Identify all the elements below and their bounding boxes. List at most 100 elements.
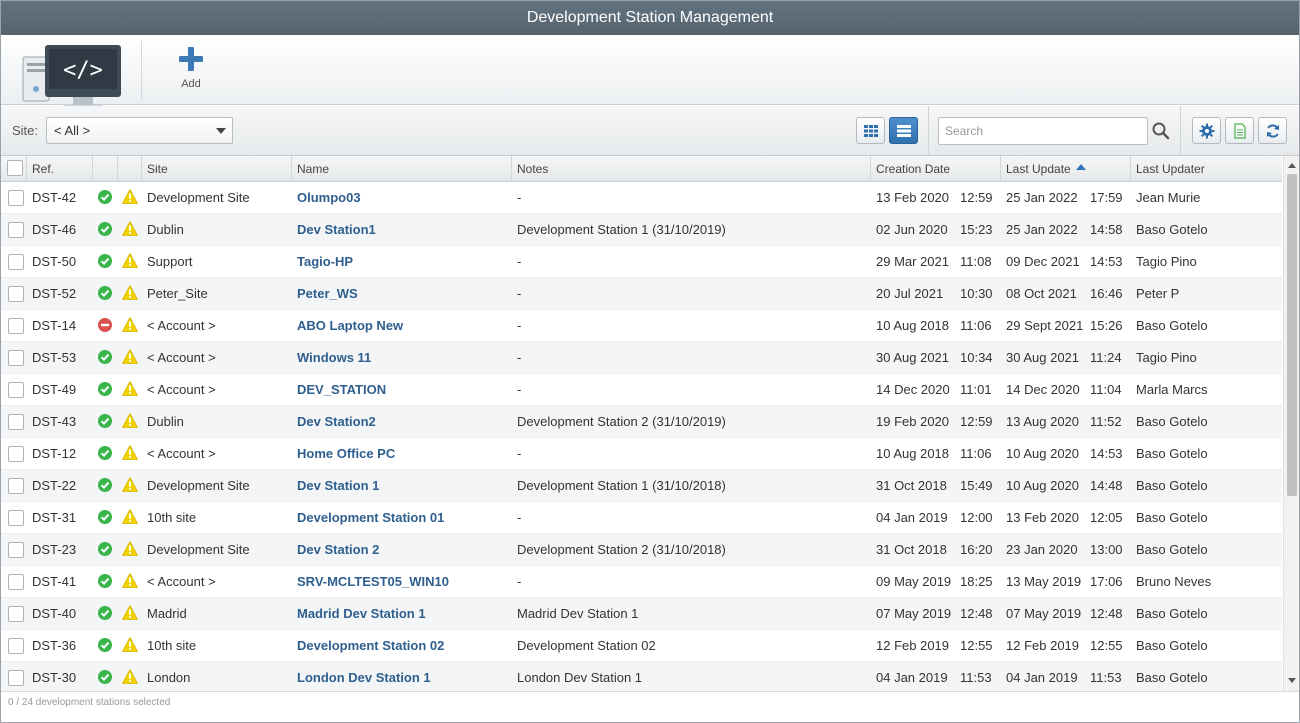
row-checkbox[interactable]	[8, 254, 24, 270]
row-creation-time: 11:53	[960, 670, 992, 685]
row-notes: Development Station 1 (31/10/2018)	[517, 478, 726, 493]
row-checkbox[interactable]	[8, 318, 24, 334]
table-row[interactable]: DST-50 Support Tagio-HP - 29 Mar 2021 11:08 09…	[1, 246, 1282, 278]
column-header-site[interactable]: Site	[142, 156, 292, 182]
row-last-updater: Baso Gotelo	[1136, 222, 1208, 237]
row-name-link[interactable]: Dev Station2	[297, 406, 509, 437]
scroll-up-arrow-icon[interactable]	[1288, 163, 1296, 168]
row-site: Madrid	[147, 606, 187, 621]
ok-status-icon	[98, 190, 112, 207]
site-filter-select[interactable]: < All >	[46, 117, 233, 144]
row-ref: DST-30	[32, 670, 77, 685]
row-name-link[interactable]: Peter_WS	[297, 278, 509, 309]
row-name-link[interactable]: Dev Station 2	[297, 534, 509, 565]
row-update-date: 23 Jan 2020	[1006, 542, 1078, 557]
row-name-link[interactable]: SRV-MCLTEST05_WIN10	[297, 566, 509, 597]
column-header-notes[interactable]: Notes	[512, 156, 871, 182]
row-checkbox[interactable]	[8, 446, 24, 462]
table-row[interactable]: DST-30 London London Dev Station 1 London D…	[1, 662, 1282, 691]
row-notes: -	[517, 254, 522, 269]
row-notes: -	[517, 318, 522, 333]
column-header-ref[interactable]: Ref.	[27, 156, 93, 182]
row-name-link[interactable]: Tagio-HP	[297, 246, 509, 277]
header-bar: </> Add	[1, 35, 1299, 109]
table-row[interactable]: DST-41 < Account > SRV-MCLTEST05_WIN10- 09 …	[1, 566, 1282, 598]
refresh-button[interactable]	[1258, 117, 1287, 144]
row-ref: DST-42	[32, 190, 77, 205]
ok-status-icon	[98, 382, 112, 399]
row-name-link[interactable]: Olumpo03	[297, 182, 509, 213]
list-view-button[interactable]	[889, 117, 918, 144]
row-notes: Development Station 02	[517, 638, 656, 653]
column-header-last-updater[interactable]: Last Updater	[1131, 156, 1282, 182]
row-checkbox[interactable]	[8, 190, 24, 206]
table-row[interactable]: DST-40 Madrid Madrid Dev Station 1 Madrid D…	[1, 598, 1282, 630]
table-row[interactable]: DST-53 < Account > Windows 11- 30 Aug 2021 1…	[1, 342, 1282, 374]
row-update-date: 25 Jan 2022	[1006, 222, 1078, 237]
row-last-updater: Baso Gotelo	[1136, 606, 1208, 621]
table-row[interactable]: DST-52 Peter_Site Peter_WS - 20 Jul 2021 10:3…	[1, 278, 1282, 310]
row-creation-date: 09 May 2019	[876, 574, 952, 589]
row-checkbox[interactable]	[8, 222, 24, 238]
row-checkbox[interactable]	[8, 670, 24, 686]
table-row[interactable]: DST-43 Dublin Dev Station2 Development Stat…	[1, 406, 1282, 438]
table-row[interactable]: DST-31 10th site Development Station 01- 04…	[1, 502, 1282, 534]
table-row[interactable]: DST-12 < Account > Home Office PC - 10 Aug 2…	[1, 438, 1282, 470]
row-name-link[interactable]: Development Station 02	[297, 630, 509, 661]
row-checkbox[interactable]	[8, 574, 24, 590]
row-notes: -	[517, 190, 522, 205]
row-checkbox[interactable]	[8, 286, 24, 302]
row-checkbox[interactable]	[8, 638, 24, 654]
row-site: < Account >	[147, 574, 216, 589]
column-header-status[interactable]	[93, 156, 118, 182]
table-row[interactable]: DST-42 Development Site Olumpo03- 13 Feb 20…	[1, 182, 1282, 214]
scroll-down-arrow-icon[interactable]	[1288, 678, 1296, 683]
row-checkbox[interactable]	[8, 382, 24, 398]
row-last-updater: Baso Gotelo	[1136, 446, 1208, 461]
row-creation-date: 30 Aug 2021	[876, 350, 950, 365]
row-creation-date: 13 Feb 2020	[876, 190, 950, 205]
row-name-link[interactable]: Home Office PC	[297, 438, 509, 469]
row-checkbox[interactable]	[8, 350, 24, 366]
vertical-scrollbar[interactable]	[1283, 156, 1299, 691]
row-name-link[interactable]: DEV_STATION	[297, 374, 509, 405]
row-checkbox[interactable]	[8, 510, 24, 526]
grid-view-button[interactable]	[856, 117, 885, 144]
search-icon[interactable]	[1152, 122, 1170, 140]
row-name-link[interactable]: Windows 11	[297, 342, 509, 373]
row-creation-time: 16:20	[960, 542, 993, 557]
table-row[interactable]: DST-36 10th site Development Station 02 Dev…	[1, 630, 1282, 662]
row-name-link[interactable]: Dev Station 1	[297, 470, 509, 501]
column-header-creation-date[interactable]: Creation Date	[871, 156, 1001, 182]
export-button[interactable]	[1225, 117, 1254, 144]
row-name-link[interactable]: ABO Laptop New	[297, 310, 509, 341]
select-all-checkbox[interactable]	[7, 160, 23, 176]
column-header-name[interactable]: Name	[292, 156, 512, 182]
ok-status-icon	[98, 670, 112, 687]
table-row[interactable]: DST-49 < Account > DEV_STATION - 14 Dec 2020…	[1, 374, 1282, 406]
table-row[interactable]: DST-22 Development Site Dev Station 1 Devel…	[1, 470, 1282, 502]
column-header-last-update[interactable]: Last Update	[1001, 156, 1131, 182]
row-checkbox[interactable]	[8, 542, 24, 558]
table-row[interactable]: DST-23 Development Site Dev Station 2 Devel…	[1, 534, 1282, 566]
gear-icon	[1199, 123, 1215, 139]
scrollbar-thumb[interactable]	[1287, 174, 1297, 496]
row-name-link[interactable]: Dev Station1	[297, 214, 509, 245]
warning-icon	[121, 604, 139, 623]
settings-button[interactable]	[1192, 117, 1221, 144]
row-last-updater: Bruno Neves	[1136, 574, 1212, 589]
search-input[interactable]: Search	[938, 117, 1148, 145]
row-checkbox[interactable]	[8, 414, 24, 430]
table-row[interactable]: DST-46 Dublin Dev Station1 Development Stat…	[1, 214, 1282, 246]
row-name-link[interactable]: London Dev Station 1	[297, 662, 509, 691]
row-checkbox[interactable]	[8, 606, 24, 622]
row-checkbox[interactable]	[8, 478, 24, 494]
ok-status-icon	[98, 222, 112, 239]
row-name-link[interactable]: Madrid Dev Station 1	[297, 598, 509, 629]
row-name-link[interactable]: Development Station 01	[297, 502, 509, 533]
table-row[interactable]: DST-14 < Account > ABO Laptop New - 10 Aug 2…	[1, 310, 1282, 342]
row-creation-date: 20 Jul 2021	[876, 286, 944, 301]
add-button[interactable]: Add	[167, 47, 215, 97]
column-header-warning[interactable]	[118, 156, 142, 182]
row-site: < Account >	[147, 446, 216, 461]
